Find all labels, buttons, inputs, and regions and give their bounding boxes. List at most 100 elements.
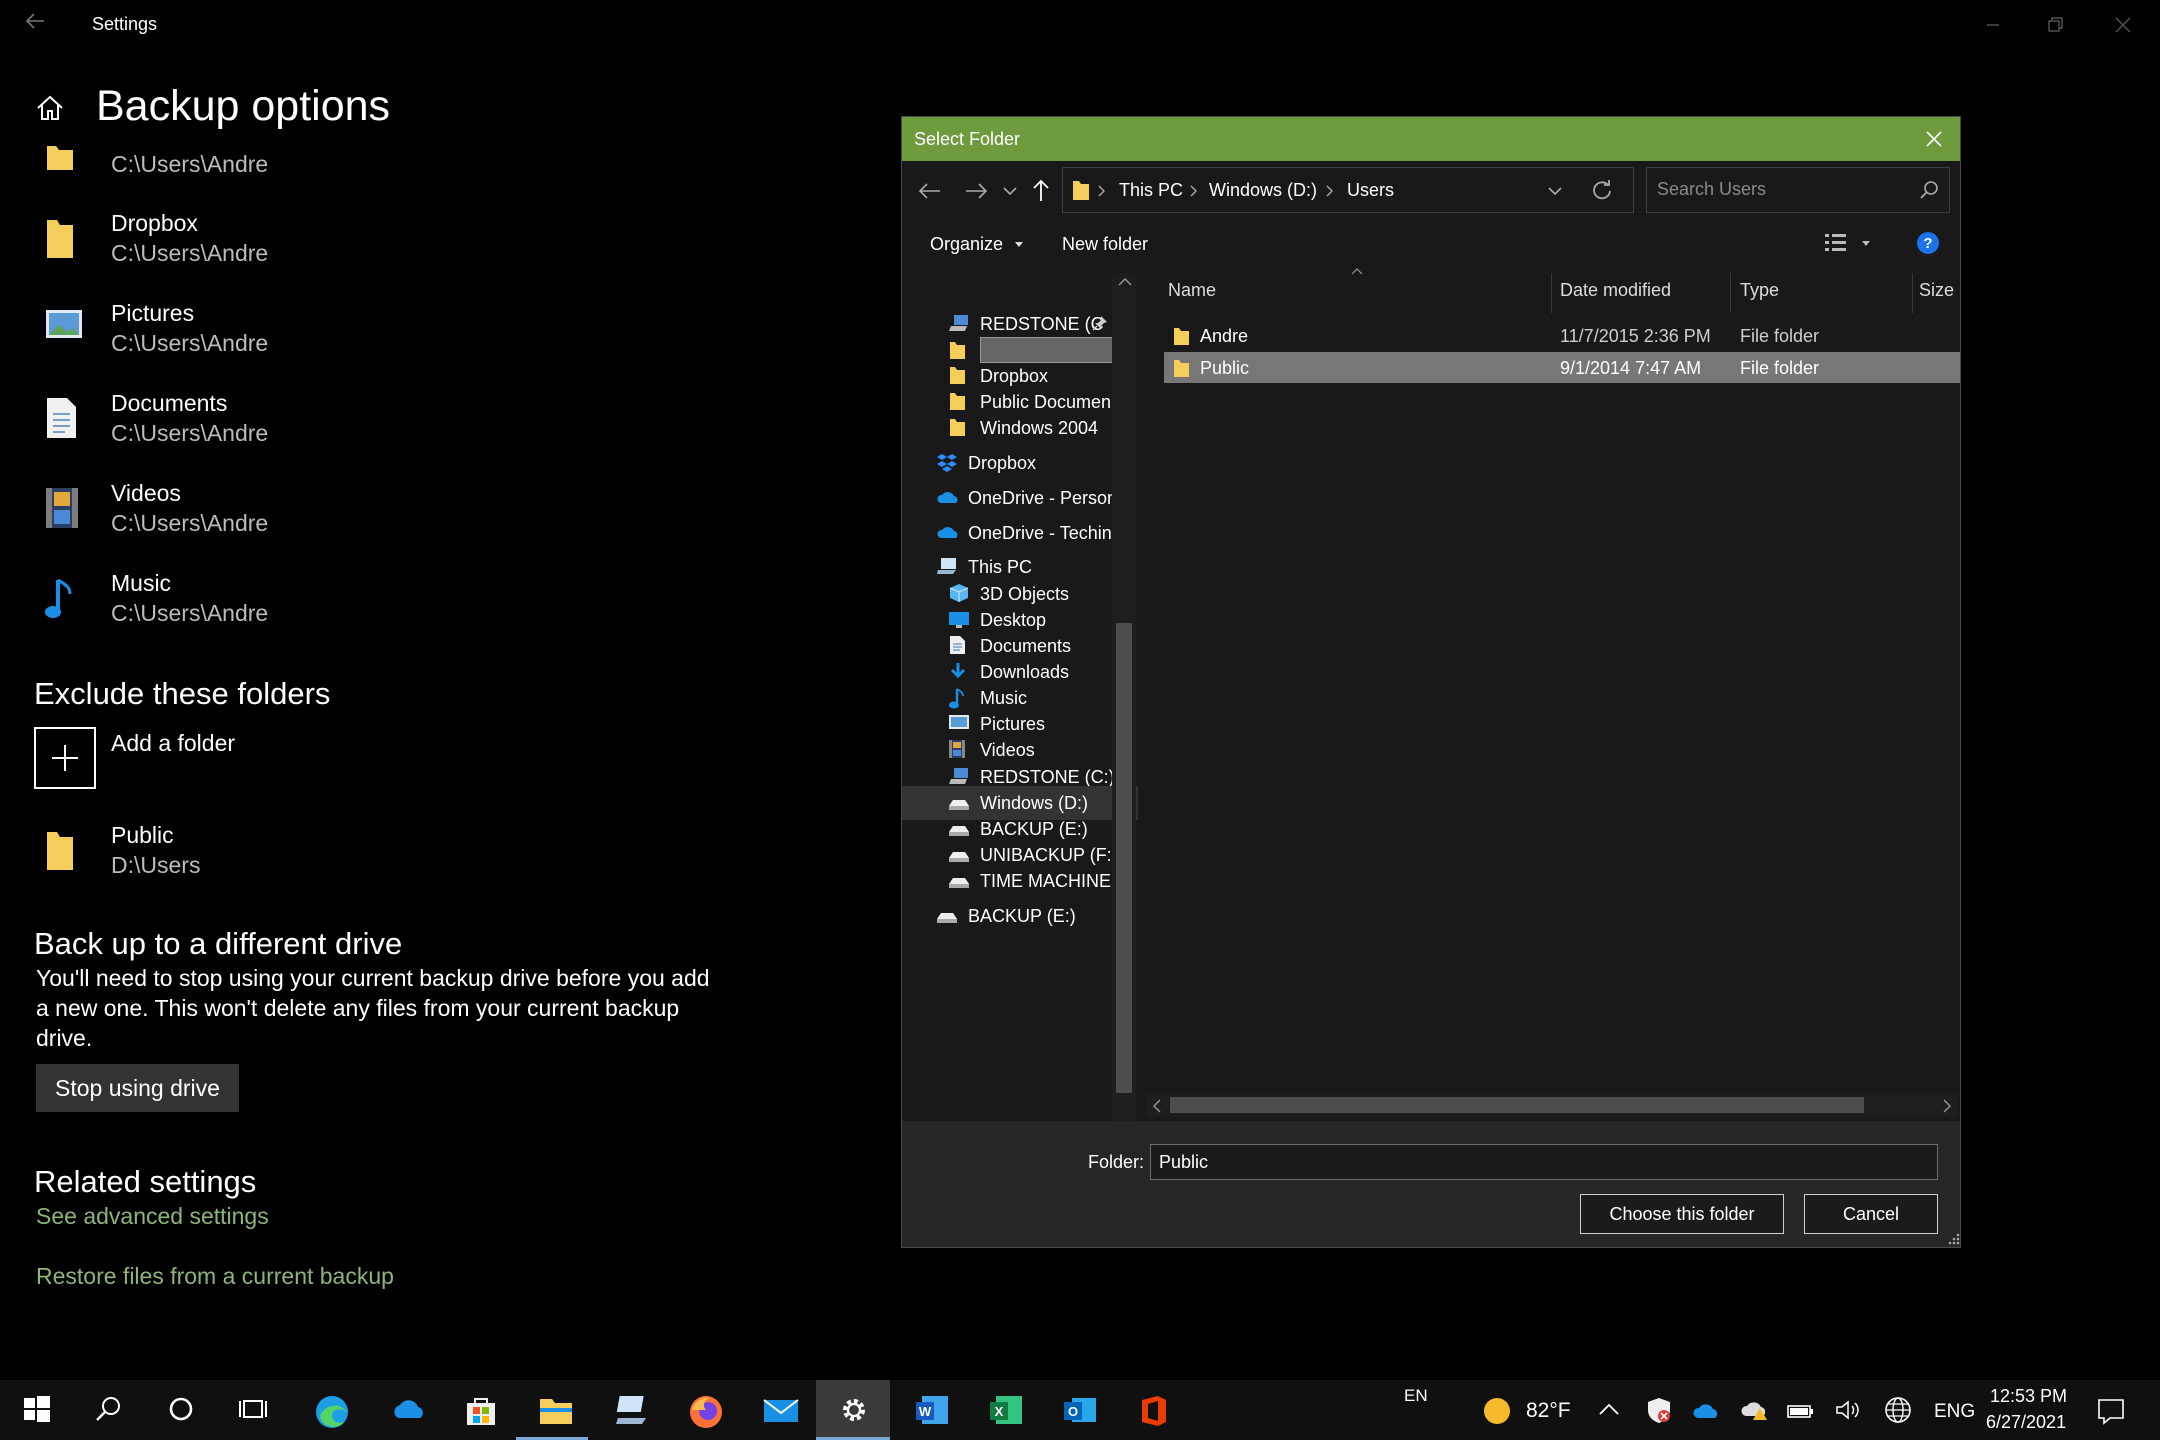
backup-folder-item[interactable]: Music C:\Users\Andre bbox=[0, 570, 860, 650]
forward-icon[interactable] bbox=[964, 179, 990, 203]
outlook-icon[interactable]: O bbox=[1040, 1380, 1112, 1440]
restore-files-link[interactable]: Restore files from a current backup bbox=[36, 1263, 394, 1290]
recent-locations-icon[interactable] bbox=[1002, 183, 1018, 199]
scrollbar-thumb[interactable] bbox=[1116, 623, 1132, 1093]
help-icon[interactable]: ? bbox=[1916, 231, 1940, 255]
onedrive-tray-icon[interactable] bbox=[1692, 1400, 1722, 1420]
stop-using-drive-button[interactable]: Stop using drive bbox=[36, 1064, 239, 1112]
nav-item[interactable]: OneDrive - Teching bbox=[902, 516, 1138, 550]
address-dropdown-icon[interactable] bbox=[1547, 184, 1563, 198]
scrollbar-thumb[interactable] bbox=[1170, 1097, 1864, 1113]
task-view-icon[interactable] bbox=[216, 1380, 288, 1440]
svg-text:O: O bbox=[1068, 1404, 1078, 1419]
column-divider[interactable] bbox=[1730, 273, 1731, 313]
nav-item[interactable]: BACKUP (E:) bbox=[902, 899, 1138, 933]
nav-item-label: This PC bbox=[968, 557, 1033, 577]
nav-item[interactable]: Windows 2004 bbox=[902, 411, 1138, 445]
edge-icon[interactable] bbox=[292, 1380, 364, 1440]
backup-folder-item[interactable]: Pictures C:\Users\Andre bbox=[0, 300, 860, 380]
excel-icon[interactable]: X bbox=[966, 1380, 1038, 1440]
nav-item-label: Dropbox bbox=[980, 366, 1049, 386]
close-icon[interactable] bbox=[1922, 127, 1946, 151]
firefox-icon[interactable] bbox=[666, 1380, 738, 1440]
breadcrumb-item[interactable]: This PC bbox=[1119, 180, 1183, 201]
organize-button[interactable]: Organize bbox=[930, 234, 1024, 255]
nav-item[interactable]: TIME MACHINE ( bbox=[902, 864, 1138, 898]
column-divider[interactable] bbox=[1551, 273, 1552, 313]
back-icon[interactable] bbox=[916, 179, 942, 203]
remote-icon[interactable] bbox=[592, 1380, 664, 1440]
add-folder-label[interactable]: Add a folder bbox=[111, 728, 235, 758]
mail-icon[interactable] bbox=[740, 1380, 812, 1440]
advanced-settings-link[interactable]: See advanced settings bbox=[36, 1203, 269, 1230]
breadcrumb-item[interactable]: Users bbox=[1347, 180, 1394, 201]
column-header-name[interactable]: Name bbox=[1168, 280, 1216, 301]
window-restore-button[interactable] bbox=[2040, 10, 2070, 40]
view-options-icon[interactable] bbox=[1824, 231, 1872, 255]
weather-temp[interactable]: 82°F bbox=[1526, 1399, 1571, 1423]
refresh-icon[interactable] bbox=[1591, 179, 1613, 201]
home-icon[interactable] bbox=[34, 92, 66, 124]
onedrive-icon bbox=[936, 522, 960, 540]
file-explorer-icon[interactable] bbox=[516, 1380, 588, 1440]
chevron-up-icon[interactable] bbox=[1598, 1402, 1620, 1416]
nav-item[interactable]: OneDrive - Person bbox=[902, 481, 1138, 515]
back-arrow-icon[interactable] bbox=[24, 10, 46, 32]
new-folder-button[interactable]: New folder bbox=[1062, 234, 1148, 255]
up-icon[interactable] bbox=[1030, 177, 1052, 203]
column-header-size[interactable]: Size bbox=[1919, 280, 1954, 301]
battery-icon[interactable] bbox=[1786, 1400, 1814, 1420]
address-bar[interactable]: This PC Windows (D:) Users bbox=[1062, 167, 1634, 213]
nav-scrollbar[interactable] bbox=[1112, 273, 1136, 1233]
network-icon[interactable] bbox=[1884, 1396, 1912, 1424]
scroll-right-icon[interactable] bbox=[1942, 1099, 1952, 1113]
settings-icon[interactable] bbox=[816, 1380, 890, 1440]
clock-date[interactable]: 6/27/2021 bbox=[1986, 1412, 2066, 1433]
column-header-type[interactable]: Type bbox=[1740, 280, 1779, 301]
navigation-pane[interactable]: REDSTONE (C Dropbox Public Documen Windows … bbox=[902, 267, 1138, 1237]
backup-folder-item[interactable]: Dropbox C:\Users\Andre bbox=[0, 210, 860, 290]
resize-grip-icon[interactable] bbox=[1948, 1233, 1960, 1245]
breadcrumb-item[interactable]: Windows (D:) bbox=[1209, 180, 1317, 201]
window-minimize-button[interactable] bbox=[1978, 10, 2008, 40]
scroll-left-icon[interactable] bbox=[1152, 1099, 1162, 1113]
column-header-date[interactable]: Date modified bbox=[1560, 280, 1671, 301]
file-row[interactable]: Public 9/1/2014 7:47 AM File folder bbox=[1164, 352, 1960, 383]
pin-icon[interactable] bbox=[1092, 315, 1108, 331]
clock-time[interactable]: 12:53 PM bbox=[1990, 1386, 2067, 1407]
file-row[interactable]: Andre 11/7/2015 2:36 PM File folder bbox=[1164, 320, 1960, 351]
backup-folder-item[interactable]: Videos C:\Users\Andre bbox=[0, 480, 860, 560]
notification-icon[interactable] bbox=[2096, 1396, 2126, 1426]
excluded-folder-item[interactable]: Public D:\Users bbox=[0, 822, 860, 902]
search-input[interactable] bbox=[1655, 178, 1909, 201]
videos-icon bbox=[948, 739, 966, 759]
volume-icon[interactable] bbox=[1834, 1398, 1862, 1422]
weather-icon[interactable] bbox=[1482, 1396, 1512, 1426]
folder-icon bbox=[948, 391, 966, 411]
language-indicator[interactable]: ENG bbox=[1934, 1401, 1975, 1423]
search-box[interactable] bbox=[1646, 167, 1950, 213]
window-close-button[interactable] bbox=[2108, 10, 2138, 40]
input-language[interactable]: EN bbox=[1404, 1386, 1428, 1406]
office-icon[interactable] bbox=[1116, 1380, 1188, 1440]
security-icon[interactable] bbox=[1646, 1396, 1672, 1424]
folder-path: D:\Users bbox=[111, 852, 201, 878]
cortana-icon[interactable] bbox=[144, 1380, 216, 1440]
svg-text:W: W bbox=[919, 1404, 932, 1419]
choose-folder-button[interactable]: Choose this folder bbox=[1580, 1194, 1784, 1234]
store-icon[interactable] bbox=[442, 1380, 514, 1440]
cancel-button[interactable]: Cancel bbox=[1804, 1194, 1938, 1234]
onedrive-warning-icon[interactable] bbox=[1740, 1398, 1770, 1422]
horizontal-scrollbar[interactable] bbox=[1146, 1093, 1958, 1117]
backup-folder-item[interactable]: Documents C:\Users\Andre bbox=[0, 390, 860, 470]
search-icon[interactable] bbox=[72, 1380, 144, 1440]
start-icon[interactable] bbox=[0, 1380, 72, 1440]
nav-item[interactable]: Dropbox bbox=[902, 446, 1138, 480]
word-icon[interactable]: W bbox=[892, 1380, 964, 1440]
column-divider[interactable] bbox=[1912, 273, 1913, 313]
onedrive-icon[interactable] bbox=[368, 1380, 440, 1440]
folder-icon bbox=[44, 216, 76, 260]
scroll-up-icon[interactable] bbox=[1118, 277, 1132, 287]
add-folder-button[interactable] bbox=[34, 727, 96, 789]
folder-input[interactable] bbox=[1150, 1144, 1938, 1180]
